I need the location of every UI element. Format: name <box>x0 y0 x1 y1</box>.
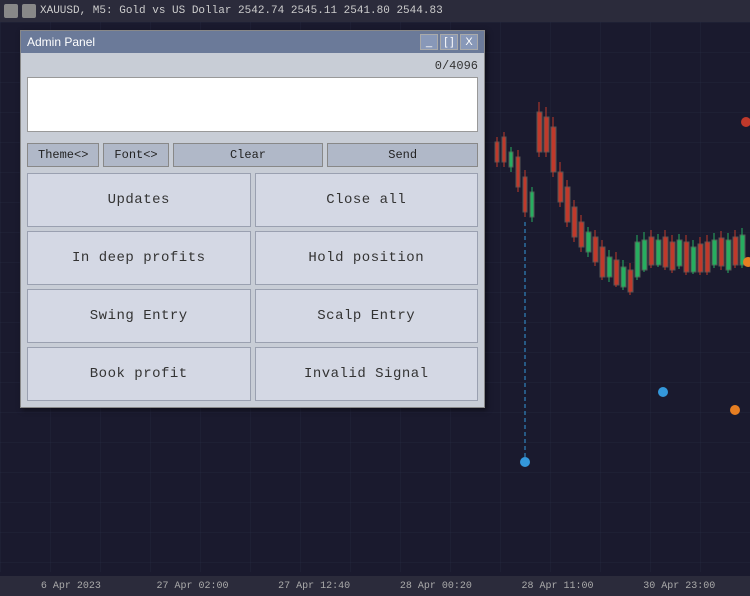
bracket-button[interactable]: [ ] <box>440 34 458 50</box>
top-bar: XAUUSD, M5: Gold vs US Dollar 2542.74 25… <box>0 0 750 22</box>
send-button[interactable]: Send <box>327 143 478 167</box>
chart-bottom-labels: 6 Apr 2023 27 Apr 02:00 27 Apr 12:40 28 … <box>0 576 750 596</box>
chart-label-4: 28 Apr 00:20 <box>375 581 497 592</box>
app-icon2 <box>22 4 36 18</box>
panel-body: 0/4096 Theme<> Font<> Clear Send Updates… <box>21 53 484 407</box>
char-count: 0/4096 <box>27 59 478 73</box>
close-all-button[interactable]: Close all <box>255 173 479 227</box>
book-profit-button[interactable]: Book profit <box>27 347 251 401</box>
action-button-grid: Updates Close all In deep profits Hold p… <box>27 173 478 401</box>
chart-label-5: 28 Apr 11:00 <box>497 581 619 592</box>
minimize-button[interactable]: _ <box>420 34 438 50</box>
chart-label-3: 27 Apr 12:40 <box>253 581 375 592</box>
toolbar-row: Theme<> Font<> Clear Send <box>27 143 478 167</box>
hold-position-button[interactable]: Hold position <box>255 231 479 285</box>
in-deep-profits-button[interactable]: In deep profits <box>27 231 251 285</box>
panel-title: Admin Panel <box>27 35 95 49</box>
swing-entry-button[interactable]: Swing Entry <box>27 289 251 343</box>
message-textarea[interactable] <box>27 77 478 132</box>
admin-panel: Admin Panel _ [ ] X 0/4096 Theme<> Font<… <box>20 30 485 408</box>
chart-title: XAUUSD, M5: Gold vs US Dollar 2542.74 25… <box>40 5 443 17</box>
app-icon <box>4 4 18 18</box>
titlebar-controls: _ [ ] X <box>420 34 478 50</box>
close-button[interactable]: X <box>460 34 478 50</box>
scalp-entry-button[interactable]: Scalp Entry <box>255 289 479 343</box>
theme-button[interactable]: Theme<> <box>27 143 99 167</box>
font-button[interactable]: Font<> <box>103 143 168 167</box>
chart-label-1: 6 Apr 2023 <box>10 581 132 592</box>
chart-label-6: 30 Apr 23:00 <box>618 581 740 592</box>
chart-label-2: 27 Apr 02:00 <box>132 581 254 592</box>
updates-button[interactable]: Updates <box>27 173 251 227</box>
panel-titlebar: Admin Panel _ [ ] X <box>21 31 484 53</box>
invalid-signal-button[interactable]: Invalid Signal <box>255 347 479 401</box>
clear-button[interactable]: Clear <box>173 143 324 167</box>
